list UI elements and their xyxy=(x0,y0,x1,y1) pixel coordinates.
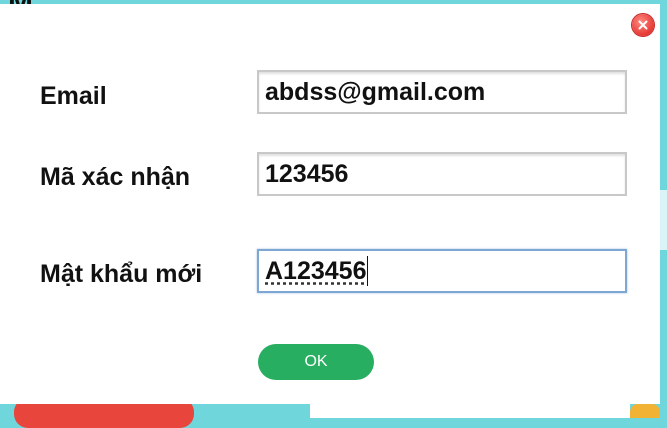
new-password-field[interactable]: A123456 xyxy=(257,249,627,293)
email-label: Email xyxy=(40,82,107,110)
ok-button[interactable]: OK xyxy=(258,344,374,380)
background-bottom-panel xyxy=(310,404,630,418)
new-password-label: Mật khẩu mới xyxy=(40,260,203,288)
close-icon xyxy=(638,20,648,30)
verification-code-value: 123456 xyxy=(265,159,349,188)
close-button[interactable] xyxy=(632,14,654,36)
verification-code-field[interactable]: 123456 xyxy=(257,152,627,196)
email-value: abdss@gmail.com xyxy=(265,77,486,106)
background-decoration xyxy=(630,404,660,418)
new-password-value: A123456 xyxy=(265,256,367,285)
text-caret xyxy=(367,256,369,286)
reset-password-dialog: Email abdss@gmail.com Mã xác nhận 123456… xyxy=(0,4,660,404)
email-field[interactable]: abdss@gmail.com xyxy=(257,70,627,114)
verification-code-label: Mã xác nhận xyxy=(40,163,191,191)
